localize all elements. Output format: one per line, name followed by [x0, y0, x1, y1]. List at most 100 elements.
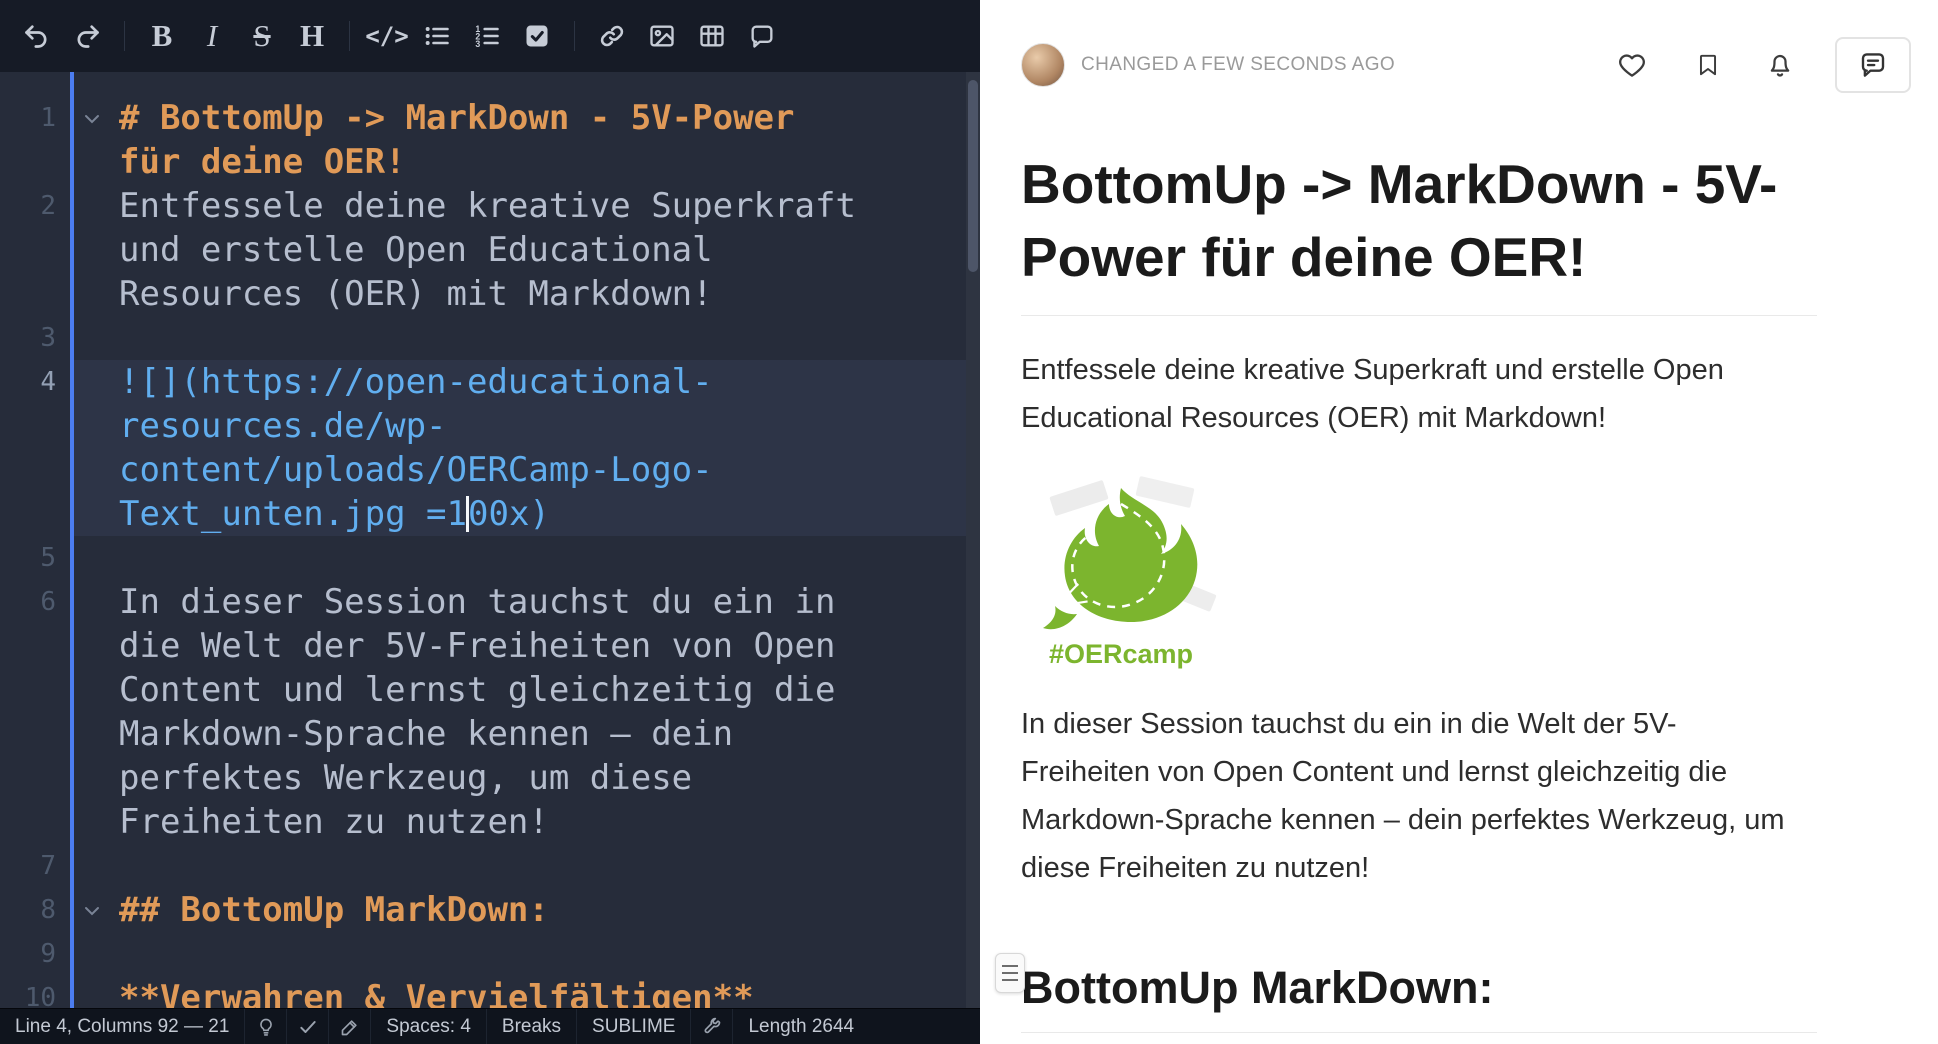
line-number: 6	[0, 580, 56, 624]
code-icon: </>	[365, 22, 408, 50]
line-number: 3	[0, 316, 56, 360]
code-text: 00x)	[468, 494, 550, 534]
line-number: 2	[0, 184, 56, 228]
redo-icon	[73, 22, 101, 50]
notifications-button[interactable]	[1765, 50, 1795, 80]
section-heading: BottomUp MarkDown:	[1021, 962, 1817, 1033]
oercamp-flame-icon	[1021, 476, 1221, 632]
check-icon	[298, 1017, 318, 1037]
document-title: BottomUp -> MarkDown - 5V-Power für dein…	[1021, 148, 1817, 316]
markdown-preview-pane: CHANGED A FEW SECONDS AGO BottomUp -> Ma…	[980, 0, 1938, 1044]
wrench-icon	[702, 1017, 722, 1037]
code-line[interactable]	[119, 844, 966, 888]
toolbar-separator	[124, 21, 125, 51]
insert-comment-button[interactable]	[737, 11, 787, 61]
code-line[interactable]	[119, 932, 966, 976]
line-number: 4	[0, 360, 56, 404]
comment-lines-icon	[1858, 50, 1888, 80]
paragraph: In dieser Session tauchst du ein in die …	[1021, 700, 1791, 892]
comment-icon	[748, 22, 776, 50]
code-line[interactable]	[119, 316, 966, 360]
todo-list-icon	[523, 22, 551, 50]
code-line[interactable]: **Verwahren & Vervielfältigen**	[119, 976, 966, 1008]
todo-list-button[interactable]	[512, 11, 562, 61]
pen-icon	[340, 1017, 360, 1037]
code-button[interactable]: </>	[362, 11, 412, 61]
spellcheck-button[interactable]	[286, 1009, 328, 1044]
heading-icon: H	[300, 18, 324, 54]
indent-setting[interactable]: Spaces: 4	[370, 1009, 486, 1044]
bold-icon: B	[152, 18, 173, 54]
editor-status-bar: Line 4, Columns 92 — 21 Spaces: 4 Breaks…	[0, 1008, 980, 1044]
preferences-button[interactable]	[690, 1009, 732, 1044]
code-text: Entfessele deine kreative Superkraft und…	[119, 184, 858, 316]
heart-icon	[1617, 50, 1647, 80]
italic-icon: I	[207, 18, 217, 54]
like-button[interactable]	[1617, 50, 1647, 80]
avatar[interactable]	[1021, 43, 1065, 87]
rendered-document: BottomUp -> MarkDown - 5V-Power für dein…	[1021, 94, 1817, 1033]
preview-header: CHANGED A FEW SECONDS AGO	[1021, 36, 1911, 94]
strikethrough-button[interactable]: S	[237, 11, 287, 61]
code-line[interactable]: ## BottomUp MarkDown:	[119, 888, 966, 932]
code-text	[119, 932, 858, 976]
bold-button[interactable]: B	[137, 11, 187, 61]
code-line[interactable]: In dieser Session tauchst du ein in die …	[119, 580, 966, 844]
linebreak-setting[interactable]: Breaks	[486, 1009, 576, 1044]
insert-table-button[interactable]	[687, 11, 737, 61]
italic-button[interactable]: I	[187, 11, 237, 61]
code-text	[119, 316, 858, 360]
line-number: 10	[0, 976, 56, 1008]
ordered-list-button[interactable]: 123	[462, 11, 512, 61]
line-number: 1	[0, 96, 56, 140]
oercamp-logo-image: #OERcamp	[1021, 476, 1221, 670]
code-line[interactable]	[119, 536, 966, 580]
night-mode-button[interactable]	[244, 1009, 286, 1044]
insert-image-button[interactable]	[637, 11, 687, 61]
svg-text:3: 3	[475, 39, 480, 49]
code-text: # BottomUp -> MarkDown - 5V-Power für de…	[119, 96, 858, 184]
pane-resize-handle[interactable]	[995, 953, 1025, 993]
table-icon	[698, 22, 726, 50]
code-text: ## BottomUp MarkDown:	[119, 888, 858, 932]
unordered-list-button[interactable]	[412, 11, 462, 61]
line-number: 8	[0, 888, 56, 932]
code-text	[119, 536, 858, 580]
last-changed-status: CHANGED A FEW SECONDS AGO	[1081, 54, 1395, 76]
code-content[interactable]: # BottomUp -> MarkDown - 5V-Power für de…	[74, 72, 966, 1008]
code-text: ![](https://open-educational-	[119, 360, 966, 404]
heading-button[interactable]: H	[287, 11, 337, 61]
markdown-editor-pane: B I S H </> 123 1 2 3 4 5	[0, 0, 980, 1044]
code-text: Text_unten.jpg =100x)	[119, 492, 966, 536]
ordered-list-icon: 123	[473, 22, 501, 50]
undo-icon	[23, 22, 51, 50]
bell-icon	[1765, 50, 1795, 80]
bookmark-icon	[1695, 50, 1721, 80]
line-number: 9	[0, 932, 56, 976]
code-text: content/uploads/OERCamp-Logo-	[119, 448, 966, 492]
keymap-setting[interactable]: SUBLIME	[576, 1009, 690, 1044]
strikethrough-icon: S	[253, 18, 270, 54]
document-length-status: Length 2644	[732, 1009, 869, 1044]
paragraph: Entfessele deine kreative Superkraft und…	[1021, 346, 1791, 442]
bookmark-button[interactable]	[1695, 50, 1721, 80]
code-line[interactable]: # BottomUp -> MarkDown - 5V-Power für de…	[119, 96, 966, 184]
image-icon	[648, 22, 676, 50]
redo-button[interactable]	[62, 11, 112, 61]
line-number: 7	[0, 844, 56, 888]
undo-button[interactable]	[12, 11, 62, 61]
toolbar-separator	[349, 21, 350, 51]
code-line[interactable]: Entfessele deine kreative Superkraft und…	[119, 184, 966, 316]
logo-caption: #OERcamp	[1021, 639, 1221, 670]
link-icon	[598, 22, 626, 50]
code-text: Text_unten.jpg =1	[119, 494, 467, 534]
editor-scrollbar-thumb[interactable]	[968, 80, 978, 272]
toolbar-separator	[574, 21, 575, 51]
code-text: **Verwahren & Vervielfältigen**	[119, 976, 858, 1008]
insert-link-button[interactable]	[587, 11, 637, 61]
code-line-active[interactable]: ![](https://open-educational- resources.…	[74, 360, 966, 536]
comments-button[interactable]	[1835, 37, 1911, 93]
format-button[interactable]	[328, 1009, 370, 1044]
unordered-list-icon	[423, 22, 451, 50]
code-editor[interactable]: 1 2 3 4 5 6 7 8 9 10 # BottomUp -> MarkD…	[0, 72, 980, 1008]
